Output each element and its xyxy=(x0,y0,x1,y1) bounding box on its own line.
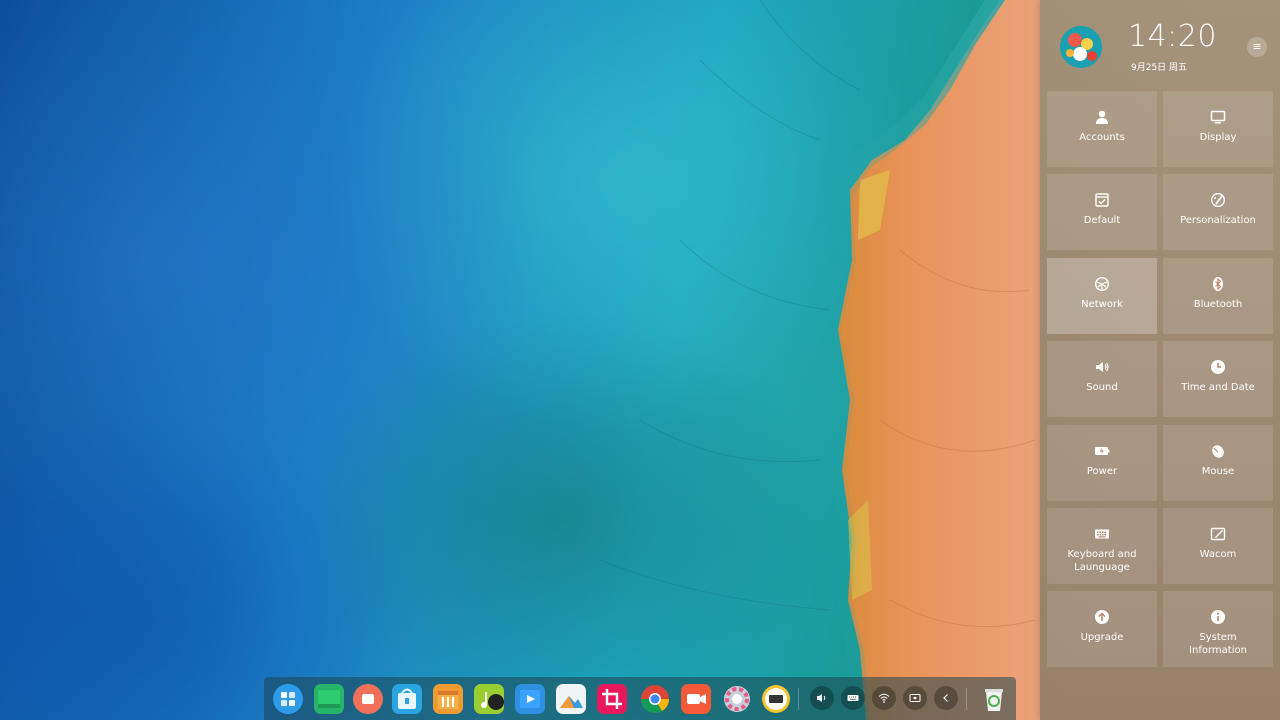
wifi-icon[interactable] xyxy=(872,686,896,710)
tile-label: Default xyxy=(1083,215,1121,226)
tile-label: Display xyxy=(1199,132,1237,143)
tile-label: Sound xyxy=(1086,382,1118,393)
tile-upgrade[interactable]: Upgrade xyxy=(1047,591,1157,667)
chrome-icon[interactable] xyxy=(640,684,670,714)
collapse-arrow-icon[interactable] xyxy=(934,686,958,710)
tile-default[interactable]: Default xyxy=(1047,174,1157,250)
tile-display[interactable]: Display xyxy=(1163,91,1273,167)
tile-label: Network xyxy=(1081,299,1123,310)
tile-label: Bluetooth xyxy=(1193,299,1243,310)
tile-system-information[interactable]: System Information xyxy=(1163,591,1273,667)
clock-app-icon[interactable] xyxy=(761,684,791,714)
movie-icon[interactable] xyxy=(515,684,545,714)
tile-label: Time and Date xyxy=(1181,382,1255,393)
clock-time: 14:20 xyxy=(1128,19,1217,54)
tile-label: Power xyxy=(1086,466,1118,477)
screen-icon[interactable] xyxy=(903,686,927,710)
tile-label: Upgrade xyxy=(1080,632,1124,643)
app-store-icon[interactable] xyxy=(392,684,422,714)
keyboard-layout-icon[interactable] xyxy=(841,686,865,710)
video-call-icon[interactable] xyxy=(681,684,711,714)
tile-bluetooth[interactable]: Bluetooth xyxy=(1163,258,1273,334)
launcher-icon[interactable] xyxy=(273,684,303,714)
tile-wacom[interactable]: Wacom xyxy=(1163,508,1273,584)
music-icon[interactable] xyxy=(474,684,504,714)
image-viewer-icon[interactable] xyxy=(556,684,586,714)
tablet-pen-icon xyxy=(1210,527,1226,541)
volume-icon[interactable] xyxy=(810,686,834,710)
control-center-icon[interactable] xyxy=(722,684,752,714)
tile-label: Mouse xyxy=(1201,466,1235,477)
screen-recorder-icon[interactable] xyxy=(353,684,383,714)
tile-label: System Information xyxy=(1189,632,1247,656)
file-manager-icon[interactable] xyxy=(314,684,344,714)
speaker-icon xyxy=(1096,362,1109,372)
tile-keyboard-and-language[interactable]: Keyboard and Launguage xyxy=(1047,508,1157,584)
info-icon xyxy=(1211,610,1225,624)
tile-label: Keyboard and Launguage xyxy=(1067,549,1137,573)
upgrade-arrow-icon xyxy=(1095,610,1109,624)
trash-icon[interactable] xyxy=(979,684,1009,714)
tile-label: Personalization xyxy=(1180,215,1256,226)
network-icon xyxy=(1094,276,1110,292)
tile-network[interactable]: Network xyxy=(1047,258,1157,334)
dock-divider xyxy=(798,688,799,710)
archive-manager-icon[interactable] xyxy=(433,684,463,714)
battery-icon xyxy=(1095,447,1110,455)
tile-time-and-date[interactable]: Time and Date xyxy=(1163,341,1273,417)
clock-icon xyxy=(1211,360,1225,374)
dock-divider xyxy=(966,688,967,710)
tile-label: Wacom xyxy=(1199,549,1237,560)
tile-accounts[interactable]: Accounts xyxy=(1047,91,1157,167)
monitor-icon xyxy=(1210,110,1226,124)
tile-label: Accounts xyxy=(1079,132,1125,143)
menu-icon: ≡ xyxy=(1252,40,1262,53)
tile-power[interactable]: Power xyxy=(1047,425,1157,501)
tile-mouse[interactable]: Mouse xyxy=(1163,425,1273,501)
tile-personalization[interactable]: Personalization xyxy=(1163,174,1273,250)
user-avatar[interactable] xyxy=(1060,26,1102,68)
tile-sound[interactable]: Sound xyxy=(1047,341,1157,417)
mouse-icon xyxy=(1212,445,1224,458)
clock-date: 9月25日 周五 xyxy=(1131,63,1188,73)
menu-button[interactable]: ≡ xyxy=(1247,37,1267,57)
palette-icon xyxy=(1210,192,1226,208)
keyboard-icon xyxy=(1095,529,1109,539)
screenshot-crop-icon[interactable] xyxy=(597,684,627,714)
default-apps-icon xyxy=(1095,193,1109,207)
bluetooth-icon xyxy=(1213,277,1223,291)
user-icon xyxy=(1096,110,1108,124)
